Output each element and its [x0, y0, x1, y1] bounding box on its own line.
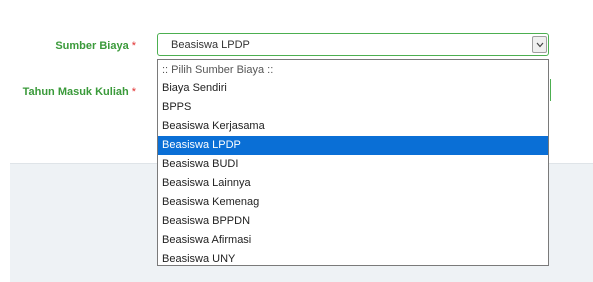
dropdown-option[interactable]: :: Pilih Sumber Biaya ::	[158, 62, 548, 79]
dropdown-option[interactable]: Beasiswa BPPDN	[158, 212, 548, 231]
sumber-biaya-label: Sumber Biaya *	[55, 40, 136, 52]
sumber-biaya-label-text: Sumber Biaya	[55, 40, 129, 52]
dropdown-option[interactable]: Beasiswa Afirmasi	[158, 231, 548, 250]
tahun-masuk-label-text: Tahun Masuk Kuliah	[22, 86, 129, 98]
sumber-biaya-select[interactable]: Beasiswa LPDP	[157, 33, 549, 56]
required-mark: *	[131, 86, 136, 98]
required-mark: *	[131, 40, 136, 52]
dropdown-option[interactable]: Beasiswa Lainnya	[158, 174, 548, 193]
sumber-biaya-dropdown-list: :: Pilih Sumber Biaya :: Biaya Sendiri BPP…	[157, 59, 549, 266]
sumber-biaya-selected-value: Beasiswa LPDP	[171, 39, 250, 51]
dropdown-option[interactable]: Beasiswa Kerjasama	[158, 117, 548, 136]
page: Sumber Biaya * Beasiswa LPDP Tahun Masuk …	[0, 0, 593, 282]
dropdown-option[interactable]: Biaya Sendiri	[158, 79, 548, 98]
tahun-masuk-label: Tahun Masuk Kuliah *	[23, 86, 136, 98]
dropdown-option[interactable]: Beasiswa UNY	[158, 250, 548, 269]
chevron-down-icon[interactable]	[532, 36, 547, 53]
dropdown-option[interactable]: Beasiswa BUDI	[158, 155, 548, 174]
dropdown-option[interactable]: Beasiswa Kemenag	[158, 193, 548, 212]
dropdown-option[interactable]: BPPS	[158, 98, 548, 117]
dropdown-option-selected[interactable]: Beasiswa LPDP	[158, 136, 548, 155]
